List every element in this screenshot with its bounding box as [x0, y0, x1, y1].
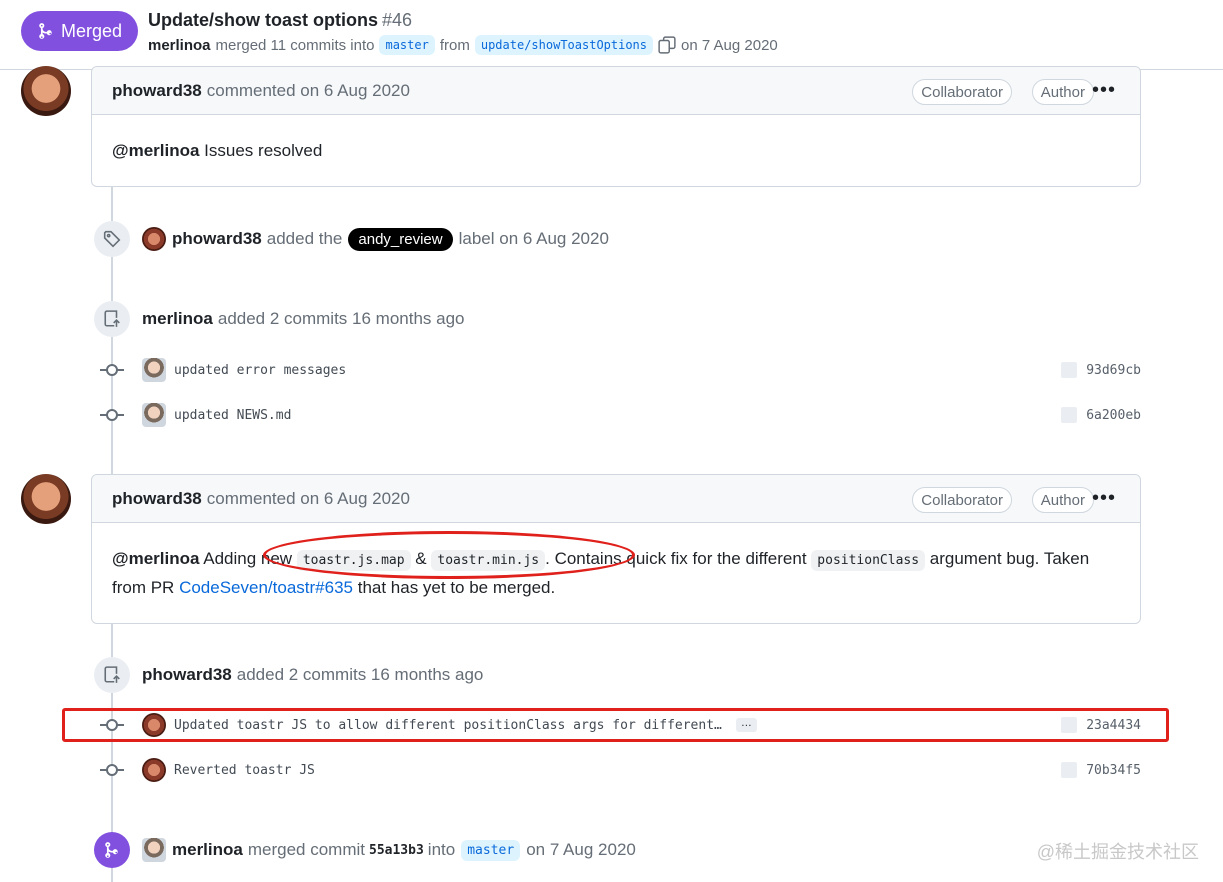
avatar[interactable] [142, 838, 166, 862]
git-merge-icon [39, 23, 52, 39]
status-icon [1061, 407, 1077, 423]
comment-text: Issues resolved [204, 141, 323, 160]
commit-icon [100, 762, 124, 778]
event-text: added 2 commits 16 months ago [217, 309, 465, 328]
copy-icon[interactable] [658, 36, 676, 54]
comment-text: that has yet to be merged. [357, 578, 556, 597]
comment-header: phoward38 commented on 6 Aug 2020 Collab… [92, 475, 1140, 523]
commit-row: updated NEWS.md 6a200eb [100, 401, 1141, 429]
annotation-ellipse [263, 531, 635, 579]
author-badge: Author [1031, 79, 1094, 105]
repo-push-icon [104, 666, 120, 683]
collaborator-badge: Collaborator [912, 79, 1012, 105]
comment-date[interactable]: commented on 6 Aug 2020 [207, 81, 410, 101]
avatar[interactable] [142, 403, 166, 427]
merge-date: on 7 Aug 2020 [681, 36, 778, 54]
comment-author[interactable]: phoward38 [112, 81, 202, 101]
author-badge: Author [1031, 487, 1094, 513]
comment-box: phoward38 commented on 6 Aug 2020 Collab… [91, 66, 1141, 187]
commit-message[interactable]: updated NEWS.md [174, 408, 291, 423]
event-author[interactable]: phoward38 [142, 665, 232, 685]
pr-author-link[interactable]: merlinoa [148, 37, 211, 54]
tag-icon-badge [94, 221, 130, 257]
more-options-icon[interactable]: ••• [1092, 487, 1116, 509]
comment-body: @merlinoa Adding new toastr.js.map & toa… [92, 523, 1140, 623]
event-author[interactable]: phoward38 [172, 229, 262, 249]
merge-icon-badge [94, 832, 130, 868]
merge-commit-sha[interactable]: 55a13b3 [369, 843, 424, 858]
collaborator-badge: Collaborator [912, 487, 1012, 513]
event-text: added the [266, 229, 343, 248]
status-icon [1061, 362, 1077, 378]
commits-event: merlinoa added 2 commits 16 months ago [94, 301, 465, 337]
merged-state-badge: Merged [21, 11, 138, 51]
pr-meta: merlinoa merged 11 commits into master f… [148, 35, 778, 55]
avatar[interactable] [142, 358, 166, 382]
watermark: @稀土掘金技术社区 [1036, 842, 1199, 862]
comment-author[interactable]: phoward38 [112, 489, 202, 509]
push-icon-badge [94, 301, 130, 337]
comment-body: @merlinoa Issues resolved [92, 115, 1140, 186]
event-author[interactable]: merlinoa [172, 840, 243, 860]
annotation-rectangle [62, 708, 1169, 742]
avatar[interactable] [21, 66, 71, 116]
more-options-icon[interactable]: ••• [1092, 79, 1116, 101]
git-merge-icon [105, 842, 118, 858]
pr-header: Merged Update/show toast options #46 merl… [0, 0, 1223, 70]
pr-number: #46 [382, 10, 413, 30]
comment-date[interactable]: commented on 6 Aug 2020 [207, 489, 410, 509]
commit-sha[interactable]: 93d69cb [1086, 363, 1141, 378]
commit-sha[interactable]: 70b34f5 [1086, 763, 1141, 778]
commit-message[interactable]: Reverted toastr JS [174, 763, 315, 778]
tag-icon [103, 230, 121, 248]
inline-code: positionClass [811, 550, 926, 571]
pr-title-text: Update/show toast options [148, 10, 379, 30]
commit-row: Reverted toastr JS 70b34f5 [100, 756, 1141, 784]
pr-reference-link[interactable]: CodeSeven/toastr#635 [179, 578, 353, 597]
commits-event: phoward38 added 2 commits 16 months ago [94, 657, 483, 693]
commit-message[interactable]: updated error messages [174, 363, 346, 378]
avatar[interactable] [142, 758, 166, 782]
event-author[interactable]: merlinoa [142, 309, 213, 329]
comment-header: phoward38 commented on 6 Aug 2020 Collab… [92, 67, 1140, 115]
head-branch[interactable]: update/showToastOptions [474, 35, 654, 55]
mention-link[interactable]: @merlinoa [112, 141, 199, 160]
status-icon [1061, 762, 1077, 778]
from-text: from [439, 36, 470, 54]
push-icon-badge [94, 657, 130, 693]
base-branch[interactable]: master [461, 839, 521, 861]
merge-event: merlinoa merged commit 55a13b3 into mast… [94, 832, 636, 868]
event-text: added 2 commits 16 months ago [236, 665, 484, 684]
label-event: phoward38 added the andy_review label on… [94, 221, 609, 257]
event-text: into [427, 840, 456, 859]
event-text: on 7 Aug 2020 [526, 840, 636, 859]
mention-link[interactable]: @merlinoa [112, 549, 199, 568]
pr-action-text: merged 11 commits into [215, 36, 375, 54]
commit-icon [100, 362, 124, 378]
base-branch[interactable]: master [379, 35, 435, 55]
avatar[interactable] [21, 474, 71, 524]
repo-push-icon [104, 310, 120, 327]
label-pill[interactable]: andy_review [348, 227, 453, 251]
commit-row: updated error messages 93d69cb [100, 356, 1141, 384]
pr-title: Update/show toast options #46 [148, 10, 412, 31]
commit-sha[interactable]: 6a200eb [1086, 408, 1141, 423]
merged-label: Merged [60, 20, 123, 41]
event-text: label on 6 Aug 2020 [458, 229, 609, 248]
event-text: merged commit [247, 840, 365, 859]
avatar[interactable] [142, 227, 166, 251]
commit-icon [100, 407, 124, 423]
